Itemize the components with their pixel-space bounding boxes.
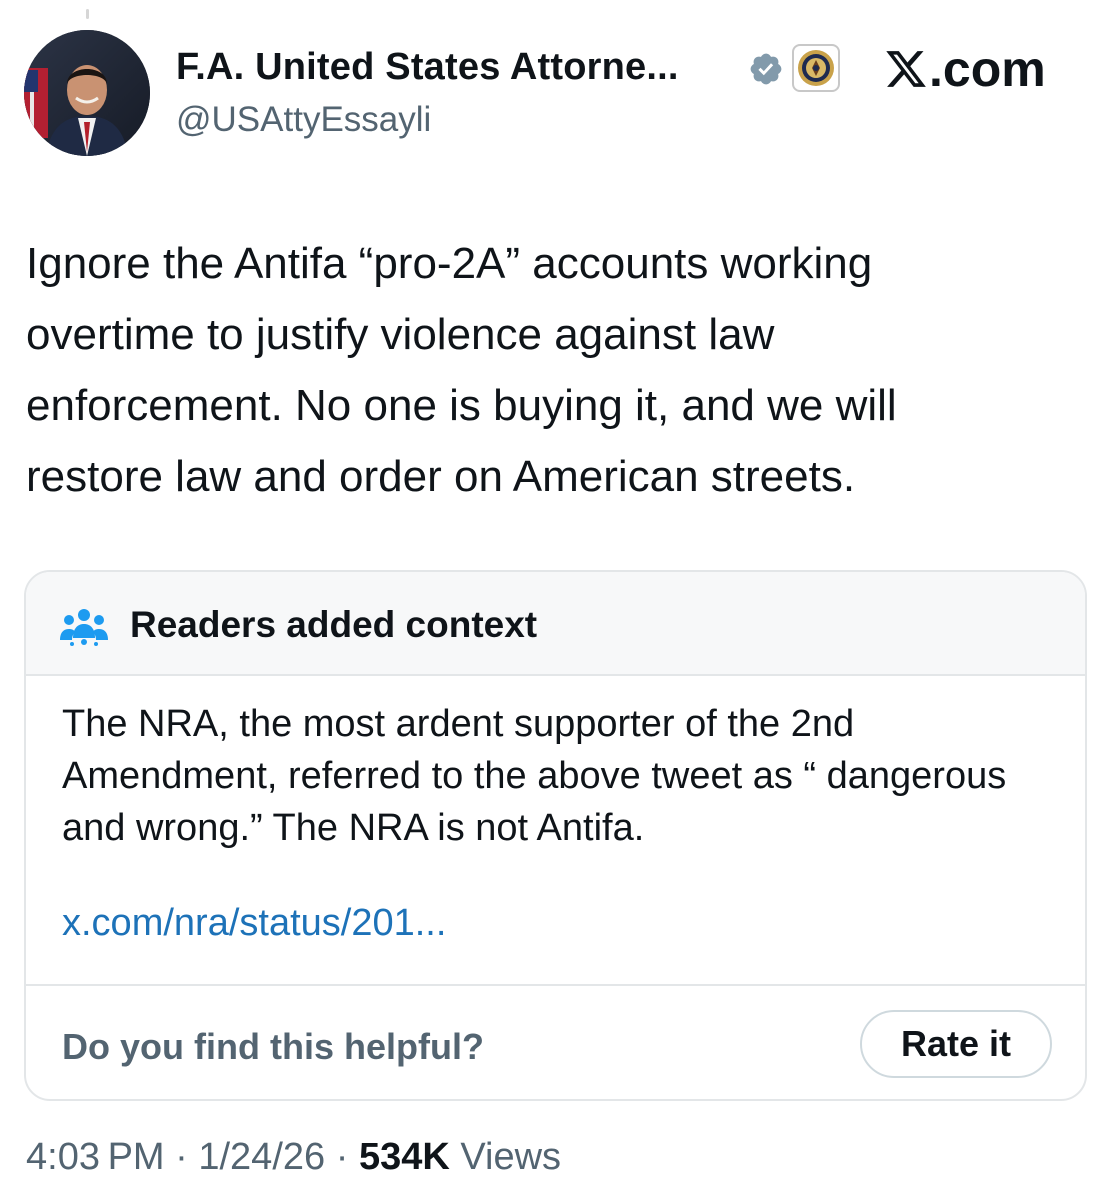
community-note-title: Readers added context bbox=[130, 604, 538, 645]
x-com-brand: .com bbox=[884, 40, 1046, 98]
verified-badge-icon bbox=[750, 53, 782, 85]
rate-it-button[interactable]: Rate it bbox=[860, 1010, 1052, 1078]
community-note-source-link[interactable]: x.com/nra/status/201... bbox=[62, 902, 446, 945]
meta-separator: · bbox=[175, 1136, 188, 1178]
author-display-name[interactable]: F.A. United States Attorne... bbox=[176, 46, 679, 89]
tweet-meta: 4:03 PM · 1/24/26 · 534K Views bbox=[26, 1136, 561, 1179]
tweet-text: Ignore the Antifa “pro-2A” accounts work… bbox=[26, 239, 897, 501]
doj-seal-icon bbox=[792, 44, 840, 92]
scroll-indicator bbox=[86, 9, 89, 19]
community-note: Readers added context The NRA, the most … bbox=[24, 570, 1087, 1101]
community-note-body: The NRA, the most ardent supporter of th… bbox=[62, 703, 1007, 849]
helpful-prompt: Do you find this helpful? bbox=[62, 1026, 484, 1067]
community-note-footer: Do you find this helpful? Rate it bbox=[26, 984, 1085, 1099]
views-count: 534K bbox=[358, 1136, 450, 1178]
author-handle[interactable]: @USAttyEssayli bbox=[176, 100, 431, 140]
tweet-time[interactable]: 4:03 PM bbox=[26, 1136, 165, 1178]
tweet-page: F.A. United States Attorne... @USAttyEss… bbox=[0, 0, 1111, 1200]
avatar[interactable] bbox=[24, 30, 150, 156]
tweet-date[interactable]: 1/24/26 bbox=[198, 1136, 325, 1178]
meta-separator: · bbox=[335, 1136, 349, 1178]
views-label: Views bbox=[460, 1136, 562, 1178]
community-note-header: Readers added context bbox=[26, 572, 1085, 676]
x-logo-icon bbox=[886, 51, 926, 87]
brand-label: .com bbox=[929, 41, 1046, 97]
people-icon bbox=[60, 609, 108, 646]
avatar-image bbox=[24, 30, 150, 156]
